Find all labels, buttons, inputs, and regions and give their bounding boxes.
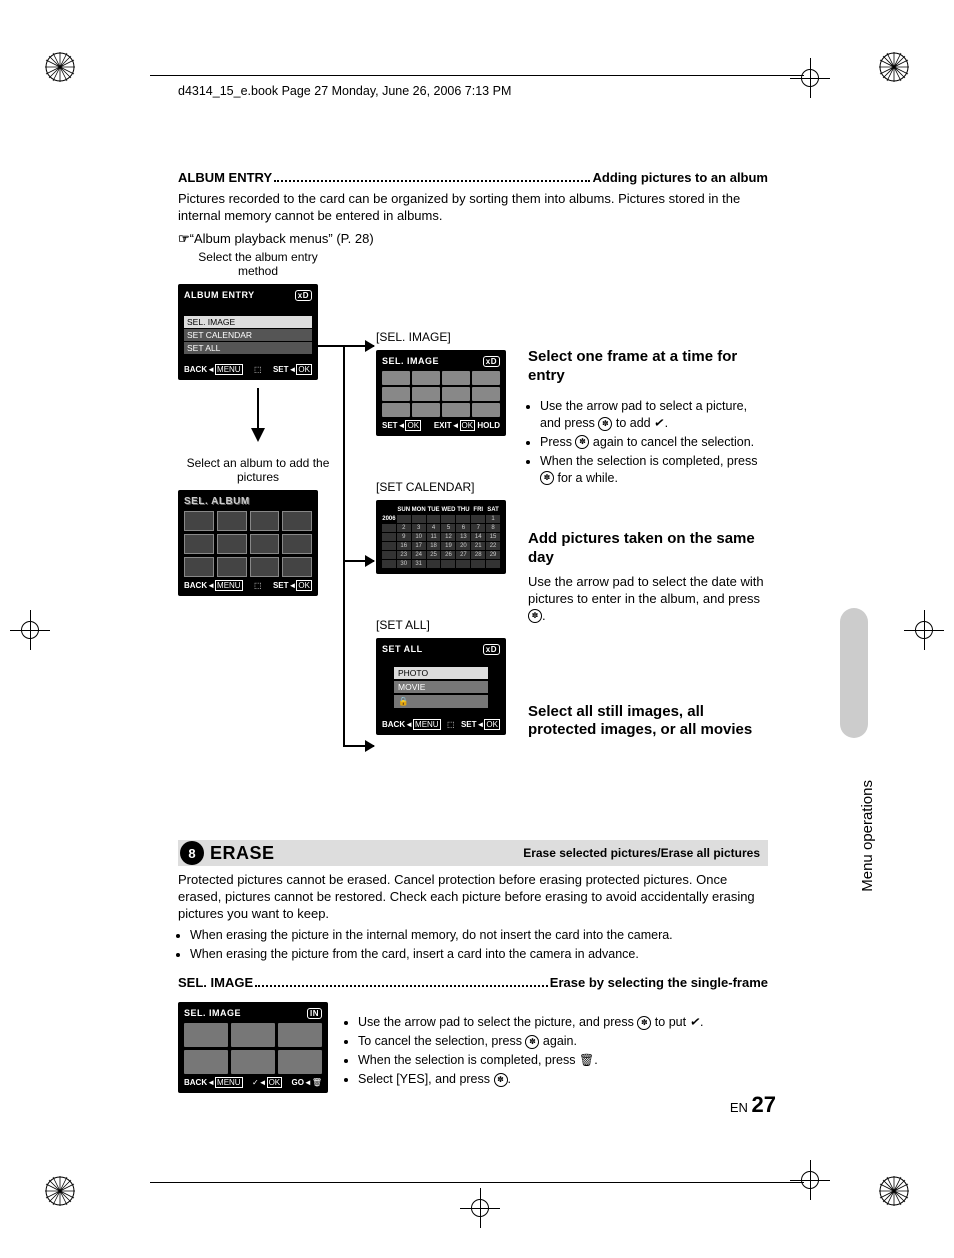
method-caption: Select the album entry method [178,250,338,278]
ok-button-icon: ✽ [575,435,589,449]
album-entry-description: Pictures recorded to the card can be org… [178,191,768,225]
ok-button-icon: ✽ [528,609,542,623]
crosshair-icon [460,1188,500,1228]
book-header: d4314_15_e.book Page 27 Monday, June 26,… [178,84,511,98]
sel-image-erase-heading: SEL. IMAGE Erase by selecting the single… [178,975,768,990]
lcd-erase-sel-image: SEL. IMAGEIN BACK◄MENU✓◄OKGO◄🗑 [178,1002,328,1093]
set-all-heading: Select all still images, all protected i… [528,703,768,741]
erase-notes: When erasing the picture in the internal… [178,927,768,963]
sel-image-caption: [SEL. IMAGE] [376,330,516,344]
reg-mark-icon [879,52,909,82]
connector-arrow-icon [318,345,374,347]
arrow-down-icon [251,428,265,442]
crosshair-icon [10,610,50,650]
page-content: ALBUM ENTRY Adding pictures to an album … [178,170,768,248]
trash-icon: 🗑 [579,1052,594,1068]
ok-button-icon: ✽ [598,417,612,431]
top-rule [150,75,804,76]
lcd-sel-image: SEL. IMAGExD SET◄OKEXIT◄OK HOLD [376,350,506,436]
ok-button-icon: ✽ [494,1073,508,1087]
erase-heading: 8 ERASE Erase selected pictures/Erase al… [178,840,768,866]
erase-title: ERASE [210,843,275,864]
lcd-sel-album: SEL. ALBUM BACK◄MENU⬚SET◄OK [178,490,318,596]
reg-mark-icon [879,1176,909,1206]
page-number: EN 27 [730,1092,776,1118]
sel-image-heading: Select one frame at a time for entry [528,348,768,386]
reg-mark-icon [45,1176,75,1206]
set-calendar-desc: Use the arrow pad to select the date wit… [528,574,768,625]
erase-description: Protected pictures cannot be erased. Can… [178,872,768,923]
set-all-caption: [SET ALL] [376,618,516,632]
bottom-rule [150,1182,804,1183]
connector-arrow-icon [343,745,374,747]
reg-mark-icon [45,52,75,82]
section-tab [840,608,868,738]
connector-arrow-icon [343,560,374,562]
album-entry-heading: ALBUM ENTRY Adding pictures to an album [178,170,768,185]
reference-icon: ☞ [178,231,190,246]
erase-subtitle: Erase selected pictures/Erase all pictur… [523,846,768,860]
lcd-set-calendar: SUNMONTUEWEDTHUFRISAT 20061 2345678 9101… [376,500,506,574]
heading-lead: ALBUM ENTRY [178,170,272,185]
heading-tail: Adding pictures to an album [592,170,768,185]
set-calendar-heading: Add pictures taken on the same day [528,530,768,568]
set-calendar-caption: [SET CALENDAR] [376,480,516,494]
lcd-set-all: SET ALLxD PHOTO MOVIE 🔒 BACK◄MENU⬚SET◄OK [376,638,506,735]
arrow-down-icon [257,388,259,428]
ok-button-icon: ✽ [540,471,554,485]
erase-steps: Use the arrow pad to select the picture,… [346,1014,768,1090]
select-album-caption: Select an album to add the pictures [178,456,338,484]
section-label: Menu operations [859,780,876,892]
sel-image-steps: Use the arrow pad to select a picture, a… [528,398,768,486]
crosshair-icon [904,610,944,650]
ok-button-icon: ✽ [525,1035,539,1049]
crosshair-icon [790,1160,830,1200]
crosshair-icon [790,58,830,98]
section-number-icon: 8 [180,841,204,865]
lcd-album-entry: ALBUM ENTRYxD SEL. IMAGE SET CALENDAR SE… [178,284,318,380]
connector-line [343,345,345,745]
album-entry-ref: ☞“Album playback menus” (P. 28) [178,231,768,248]
ok-button-icon: ✽ [637,1016,651,1030]
